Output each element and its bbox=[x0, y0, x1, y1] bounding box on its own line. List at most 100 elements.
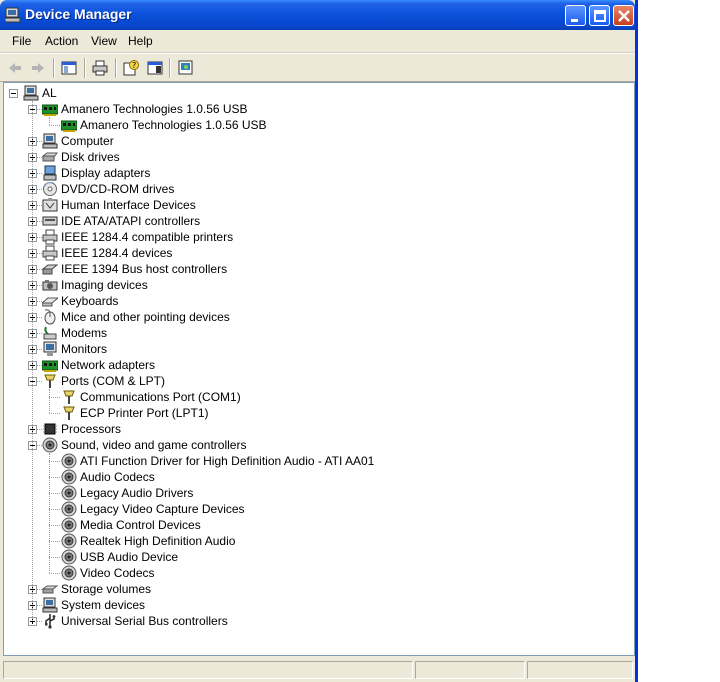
modem-icon bbox=[43, 326, 57, 340]
properties-button[interactable] bbox=[144, 57, 166, 79]
tree-item[interactable]: IEEE 1284.4 compatible printers bbox=[4, 229, 624, 245]
back-arrow-icon bbox=[9, 63, 21, 73]
tree-child-item[interactable]: Legacy Audio Drivers bbox=[4, 485, 624, 501]
tree-item-label: Universal Serial Bus controllers bbox=[61, 614, 228, 628]
scan-hardware-button[interactable] bbox=[175, 57, 197, 79]
computer-icon bbox=[42, 597, 58, 613]
tree-item[interactable]: DVD/CD-ROM drives bbox=[4, 181, 624, 197]
sound-icon bbox=[61, 517, 77, 533]
tree-item-label: Legacy Video Capture Devices bbox=[80, 502, 245, 516]
forward-arrow-icon bbox=[32, 63, 44, 73]
tree-item[interactable]: IDE ATA/ATAPI controllers bbox=[4, 213, 624, 229]
tree-item-label: ECP Printer Port (LPT1) bbox=[80, 406, 209, 420]
processor-icon bbox=[43, 423, 57, 435]
cdrom-icon bbox=[43, 182, 57, 196]
tree-item[interactable]: Imaging devices bbox=[4, 277, 624, 293]
tree-item-label: USB Audio Device bbox=[80, 550, 179, 564]
menu-view[interactable]: View bbox=[91, 34, 117, 48]
tree-item[interactable]: Monitors bbox=[4, 341, 624, 357]
tree-item[interactable]: Ports (COM & LPT) bbox=[4, 373, 624, 389]
tree-item[interactable]: Computer bbox=[4, 133, 624, 149]
tree-item-label: Keyboards bbox=[61, 294, 119, 308]
tree-child-item[interactable]: Media Control Devices bbox=[4, 517, 624, 533]
tree-item[interactable]: Sound, video and game controllers bbox=[4, 437, 624, 453]
sound-icon bbox=[61, 501, 77, 517]
menu-file[interactable]: File bbox=[12, 34, 31, 48]
show-hide-console-tree-button[interactable] bbox=[58, 57, 80, 79]
tree-item-label: Disk drives bbox=[61, 150, 120, 164]
print-button[interactable] bbox=[89, 57, 111, 79]
imaging-icon bbox=[42, 280, 58, 291]
tree-item[interactable]: Storage volumes bbox=[4, 581, 624, 597]
tree-root[interactable]: AL bbox=[4, 85, 624, 101]
maximize-button[interactable] bbox=[589, 5, 610, 26]
tree-item-label: Imaging devices bbox=[61, 278, 148, 292]
computer-icon bbox=[42, 133, 58, 149]
tree-child-item[interactable]: Audio Codecs bbox=[4, 469, 624, 485]
tree-item-label: Realtek High Definition Audio bbox=[80, 534, 236, 548]
tree-item[interactable]: IEEE 1394 Bus host controllers bbox=[4, 261, 624, 277]
tree-item-label: Communications Port (COM1) bbox=[80, 390, 241, 404]
tree-item-label: Legacy Audio Drivers bbox=[80, 486, 194, 500]
title-bar[interactable]: Device Manager bbox=[0, 0, 635, 30]
tree-item[interactable]: Disk drives bbox=[4, 149, 624, 165]
tree-item-label: Video Codecs bbox=[80, 566, 155, 580]
tree-item[interactable]: Modems bbox=[4, 325, 624, 341]
tree-item-label: Network adapters bbox=[61, 358, 156, 372]
tree-child-item[interactable]: USB Audio Device bbox=[4, 549, 624, 565]
storage-icon bbox=[42, 585, 58, 594]
maximize-icon bbox=[594, 10, 606, 22]
tree-child-item[interactable]: Video Codecs bbox=[4, 565, 624, 581]
forward-button[interactable] bbox=[27, 57, 49, 79]
tree-child-item[interactable]: Amanero Technologies 1.0.56 USB bbox=[4, 117, 624, 133]
tree-item[interactable]: Display adapters bbox=[4, 165, 624, 181]
tree-item[interactable]: Human Interface Devices bbox=[4, 197, 624, 213]
status-panel-main bbox=[3, 661, 413, 679]
tree-item[interactable]: IEEE 1284.4 devices bbox=[4, 245, 624, 261]
help-button[interactable]: ? bbox=[120, 57, 142, 79]
computer-icon bbox=[5, 7, 21, 23]
tree-item[interactable]: Processors bbox=[4, 421, 624, 437]
monitor-icon bbox=[43, 341, 57, 356]
minimize-icon bbox=[571, 19, 578, 22]
toolbar: ? bbox=[0, 53, 635, 82]
tree-item[interactable]: System devices bbox=[4, 597, 624, 613]
status-panel-2 bbox=[415, 661, 525, 679]
tree-child-item[interactable]: Communications Port (COM1) bbox=[4, 389, 624, 405]
tree-item[interactable]: Network adapters bbox=[4, 357, 624, 373]
back-button[interactable] bbox=[4, 57, 26, 79]
device-tree[interactable]: AL Amanero Technologies 1.0.56 USB Amanero… bbox=[3, 82, 635, 656]
minimize-button[interactable] bbox=[565, 5, 586, 26]
tree-item[interactable]: Amanero Technologies 1.0.56 USB bbox=[4, 101, 624, 117]
board-icon bbox=[61, 120, 77, 132]
board-icon bbox=[42, 104, 58, 116]
close-button[interactable] bbox=[613, 5, 634, 26]
tree-child-item[interactable]: Realtek High Definition Audio bbox=[4, 533, 624, 549]
tree-item[interactable]: Universal Serial Bus controllers bbox=[4, 613, 624, 629]
tree-item-label: IDE ATA/ATAPI controllers bbox=[61, 214, 201, 228]
display-adapter-icon bbox=[43, 165, 57, 181]
port-icon bbox=[44, 374, 56, 388]
collapse-icon[interactable] bbox=[9, 89, 18, 98]
usb-icon bbox=[45, 614, 56, 629]
menu-action[interactable]: Action bbox=[45, 34, 78, 48]
tree-item[interactable]: Mice and other pointing devices bbox=[4, 309, 624, 325]
tree-item-label: IEEE 1284.4 compatible printers bbox=[61, 230, 234, 244]
tree-item[interactable]: Keyboards bbox=[4, 293, 624, 309]
tree-item-label: DVD/CD-ROM drives bbox=[61, 182, 175, 196]
sound-icon bbox=[61, 453, 77, 469]
tree-child-item[interactable]: ECP Printer Port (LPT1) bbox=[4, 405, 624, 421]
tree-child-item[interactable]: Legacy Video Capture Devices bbox=[4, 501, 624, 517]
tree-item-label: Display adapters bbox=[61, 166, 151, 180]
tree-item-label: ATI Function Driver for High Definition … bbox=[80, 454, 375, 468]
tree-item-label: Audio Codecs bbox=[80, 470, 155, 484]
tree-child-item[interactable]: ATI Function Driver for High Definition … bbox=[4, 453, 624, 469]
print-icon bbox=[92, 60, 108, 76]
sound-icon bbox=[61, 549, 77, 565]
menu-help[interactable]: Help bbox=[128, 34, 153, 48]
tree-item-label: Human Interface Devices bbox=[61, 198, 196, 212]
tree-item-label: Amanero Technologies 1.0.56 USB bbox=[80, 118, 267, 132]
properties-icon bbox=[147, 61, 163, 75]
svg-text:?: ? bbox=[132, 61, 136, 70]
port-icon bbox=[63, 390, 75, 404]
